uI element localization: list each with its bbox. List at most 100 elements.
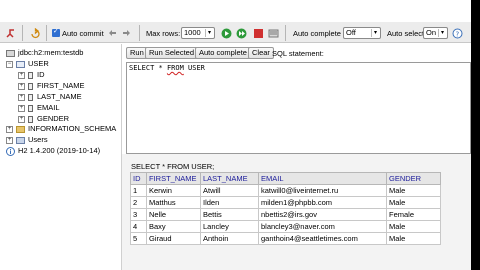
collapse-icon[interactable]: − [6,60,13,68]
users-label: Users [28,135,48,144]
table-cell: blancley3@naver.com [258,220,387,233]
table-cell: Atwill [200,184,259,197]
table-cell: Bettis [200,208,259,221]
table-cell: Ilden [200,196,259,209]
expand-icon[interactable]: + [6,125,13,133]
history-icon[interactable] [268,27,279,39]
table-cell: Anthoin [200,232,259,245]
run-icon[interactable] [221,27,232,39]
table-cell: 2 [130,196,147,209]
max-rows-value: 1000 [184,28,201,37]
table-row: 2 Matthus Ilden milden1@phpbb.com Male [130,196,441,209]
help-icon[interactable]: ? [452,27,463,39]
auto-complete-value: Off [346,28,356,37]
auto-complete-label: Auto complete [293,28,341,38]
column-label: FIRST_NAME [37,81,85,90]
max-rows-label: Max rows: [146,28,181,38]
expand-icon[interactable]: + [18,93,25,101]
table-cell: Giraud [146,232,201,245]
run-selected-icon[interactable] [236,27,247,39]
table-cell: Matthus [146,196,201,209]
sql-text: SELECT * [129,64,167,72]
table-cell: 4 [130,220,147,233]
column-icon [28,104,33,112]
table-cell: Lancley [200,220,259,233]
column-header[interactable]: LAST_NAME [200,172,259,185]
disconnect-icon[interactable] [6,27,17,39]
chevron-down-icon: ▾ [438,29,446,37]
commit-icon[interactable] [121,27,132,39]
expand-icon[interactable]: + [18,82,25,90]
table-header-row: ID FIRST_NAME LAST_NAME EMAIL GENDER [130,172,441,185]
connection-label: jdbc:h2:mem:testdb [18,48,84,57]
table-row: 3 Nelle Bettis nbettis2@irs.gov Female [130,208,441,221]
expand-icon[interactable]: + [18,104,25,112]
column-header[interactable]: FIRST_NAME [146,172,201,185]
table-row: 4 Baxy Lancley blancley3@naver.com Male [130,220,441,233]
tree-users[interactable]: + Users [6,135,48,145]
browser-top-strip [0,0,471,22]
table-cell: ganthoin4@seattletimes.com [258,232,387,245]
expand-icon[interactable]: + [18,115,25,123]
tree-column-last-name[interactable]: + LAST_NAME [18,92,82,102]
folder-icon [16,125,25,133]
column-header[interactable]: GENDER [386,172,441,185]
column-icon [28,71,33,79]
column-icon [28,82,33,90]
result-query: SELECT * FROM USER; [131,161,215,171]
tree-connection[interactable]: jdbc:h2:mem:testdb [6,48,83,58]
info-icon [6,146,15,156]
tree-column-id[interactable]: + ID [18,70,45,80]
chevron-down-icon: ▾ [371,29,379,37]
clear-button[interactable]: Clear [248,47,274,59]
toolbar-separator [139,25,140,41]
table-cell: 3 [130,208,147,221]
rollback-icon[interactable] [107,27,118,39]
tree-information-schema[interactable]: + INFORMATION_SCHEMA [6,124,116,134]
svg-text:?: ? [456,30,460,38]
table-cell: katwill0@liveinternet.ru [258,184,387,197]
tree-version: H2 1.4.200 (2019-10-14) [6,146,100,156]
table-cell: 5 [130,232,147,245]
table-cell: nbettis2@irs.gov [258,208,387,221]
column-header[interactable]: ID [130,172,147,185]
auto-select-select[interactable]: On ▾ [423,27,448,39]
tree-column-email[interactable]: + EMAIL [18,103,60,113]
table-cell: milden1@phpbb.com [258,196,387,209]
chevron-down-icon: ▾ [205,29,213,37]
expand-icon[interactable]: + [6,136,13,144]
sql-keyword: FROM [166,64,184,72]
toolbar-separator [285,25,286,41]
table-cell: Male [386,232,441,245]
schema-label: INFORMATION_SCHEMA [28,124,117,133]
auto-commit-check-icon[interactable] [52,27,60,37]
tree-column-gender[interactable]: + GENDER [18,114,69,124]
auto-complete-button[interactable]: Auto complete [195,47,251,59]
table-cell: Kerwin [146,184,201,197]
database-icon [6,49,15,57]
tree-column-first-name[interactable]: + FIRST_NAME [18,81,85,91]
sql-editor[interactable]: SELECT * FROM USER [126,62,471,154]
max-rows-select[interactable]: 1000 ▾ [181,27,215,39]
toolbar-separator [22,25,23,41]
refresh-icon[interactable] [30,27,41,39]
auto-complete-select[interactable]: Off ▾ [343,27,381,39]
sql-text: USER [183,64,205,72]
table-cell: 1 [130,184,147,197]
column-header[interactable]: EMAIL [258,172,387,185]
auto-commit-checkbox[interactable]: Auto commit [52,27,104,39]
column-label: LAST_NAME [37,92,82,101]
sql-statement-label: SQL statement: [272,48,324,58]
table-cell: Male [386,196,441,209]
table-cell: Male [386,220,441,233]
expand-icon[interactable]: + [18,71,25,79]
auto-select-label: Auto select [387,28,425,38]
table-cell: Nelle [146,208,201,221]
table-cell: Female [386,208,441,221]
cancel-icon[interactable] [253,27,264,39]
run-selected-button[interactable]: Run Selected [145,47,199,59]
tree-table-user[interactable]: − USER [6,59,49,69]
table-row: 5 Giraud Anthoin ganthoin4@seattletimes.… [130,232,441,245]
auto-select-value: On [426,28,437,37]
column-label: EMAIL [37,103,60,112]
